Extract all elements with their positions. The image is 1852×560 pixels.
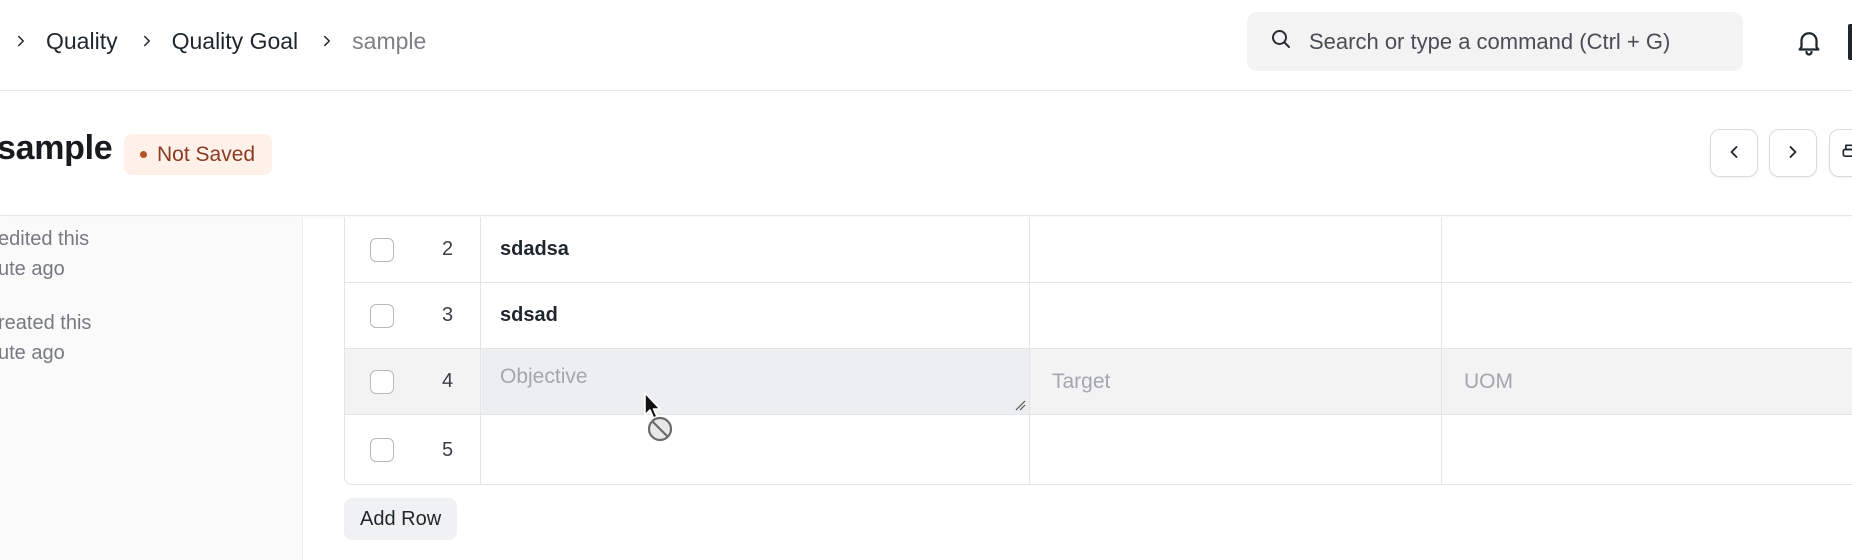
navbar: Quality Quality Goal sample xyxy=(0,0,1852,91)
chevron-right-icon xyxy=(10,30,32,52)
row-index: 3 xyxy=(401,283,481,348)
row-index: 2 xyxy=(401,217,481,282)
uom-cell[interactable] xyxy=(1443,415,1852,485)
chevron-right-icon xyxy=(1783,142,1803,165)
objective-cell[interactable]: sdadsa xyxy=(482,217,1030,282)
resize-handle-icon[interactable] xyxy=(1014,399,1026,411)
uom-input[interactable]: UOM xyxy=(1443,349,1852,414)
search-input[interactable] xyxy=(1309,28,1709,55)
activity-text: reated this xyxy=(0,312,92,334)
form-sidebar: edited this ute ago reated this ute ago xyxy=(0,217,303,560)
uom-placeholder: UOM xyxy=(1464,369,1513,393)
previous-record-button[interactable] xyxy=(1710,129,1758,177)
printer-icon xyxy=(1840,142,1852,165)
chevron-right-icon xyxy=(136,30,158,52)
uom-cell[interactable] xyxy=(1443,217,1852,282)
target-input[interactable]: Target xyxy=(1031,349,1442,414)
activity-time: ute ago xyxy=(0,258,65,280)
breadcrumb: Quality Quality Goal sample xyxy=(10,0,444,82)
activity-item: reated this ute ago xyxy=(0,308,218,368)
objectives-table: 2 sdadsa 3 sdsad 4 Objective Target UOM … xyxy=(344,217,1852,485)
print-button[interactable] xyxy=(1829,129,1852,177)
table-row[interactable]: 5 xyxy=(345,415,1852,485)
row-select-cell xyxy=(345,349,401,414)
table-row[interactable]: 3 sdsad xyxy=(345,283,1852,349)
row-select-cell xyxy=(345,217,401,282)
page-title: sample xyxy=(0,129,113,167)
breadcrumb-item-quality-goal[interactable]: Quality Goal xyxy=(172,28,299,55)
table-row-editing[interactable]: 4 Objective Target UOM xyxy=(345,349,1852,415)
uom-cell[interactable] xyxy=(1443,283,1852,348)
activity-time: ute ago xyxy=(0,342,65,364)
target-cell[interactable] xyxy=(1031,283,1442,348)
breadcrumb-item-quality[interactable]: Quality xyxy=(46,28,118,55)
row-checkbox[interactable] xyxy=(370,369,394,394)
activity-item: edited this ute ago xyxy=(0,224,218,284)
row-checkbox[interactable] xyxy=(370,438,394,462)
chevron-right-icon xyxy=(316,30,338,52)
breadcrumb-item-current[interactable]: sample xyxy=(352,28,426,55)
user-avatar-edge[interactable] xyxy=(1848,24,1852,60)
search-bar[interactable] xyxy=(1247,12,1743,71)
page-head: sample Not Saved xyxy=(0,92,1852,216)
objective-cell[interactable]: sdsad xyxy=(482,283,1030,348)
row-select-cell xyxy=(345,415,401,485)
chevron-left-icon xyxy=(1724,142,1744,165)
bell-icon[interactable] xyxy=(1794,26,1824,58)
target-cell[interactable] xyxy=(1031,415,1442,485)
objective-textarea[interactable]: Objective xyxy=(482,349,1030,414)
search-icon xyxy=(1269,27,1309,56)
row-checkbox[interactable] xyxy=(370,303,394,328)
status-label: Not Saved xyxy=(157,142,256,166)
target-placeholder: Target xyxy=(1052,369,1111,393)
objective-placeholder: Objective xyxy=(500,365,588,388)
activity-text: edited this xyxy=(0,228,90,250)
row-checkbox[interactable] xyxy=(370,237,394,262)
target-cell[interactable] xyxy=(1031,217,1442,282)
add-row-button[interactable]: Add Row xyxy=(344,498,458,540)
row-index: 4 xyxy=(401,349,481,414)
table-row[interactable]: 2 sdadsa xyxy=(345,217,1852,283)
status-dot xyxy=(140,151,147,158)
next-record-button[interactable] xyxy=(1769,129,1817,177)
objective-cell[interactable] xyxy=(482,415,1030,485)
status-badge: Not Saved xyxy=(124,134,273,175)
row-select-cell xyxy=(345,283,401,348)
row-index: 5 xyxy=(401,415,481,485)
